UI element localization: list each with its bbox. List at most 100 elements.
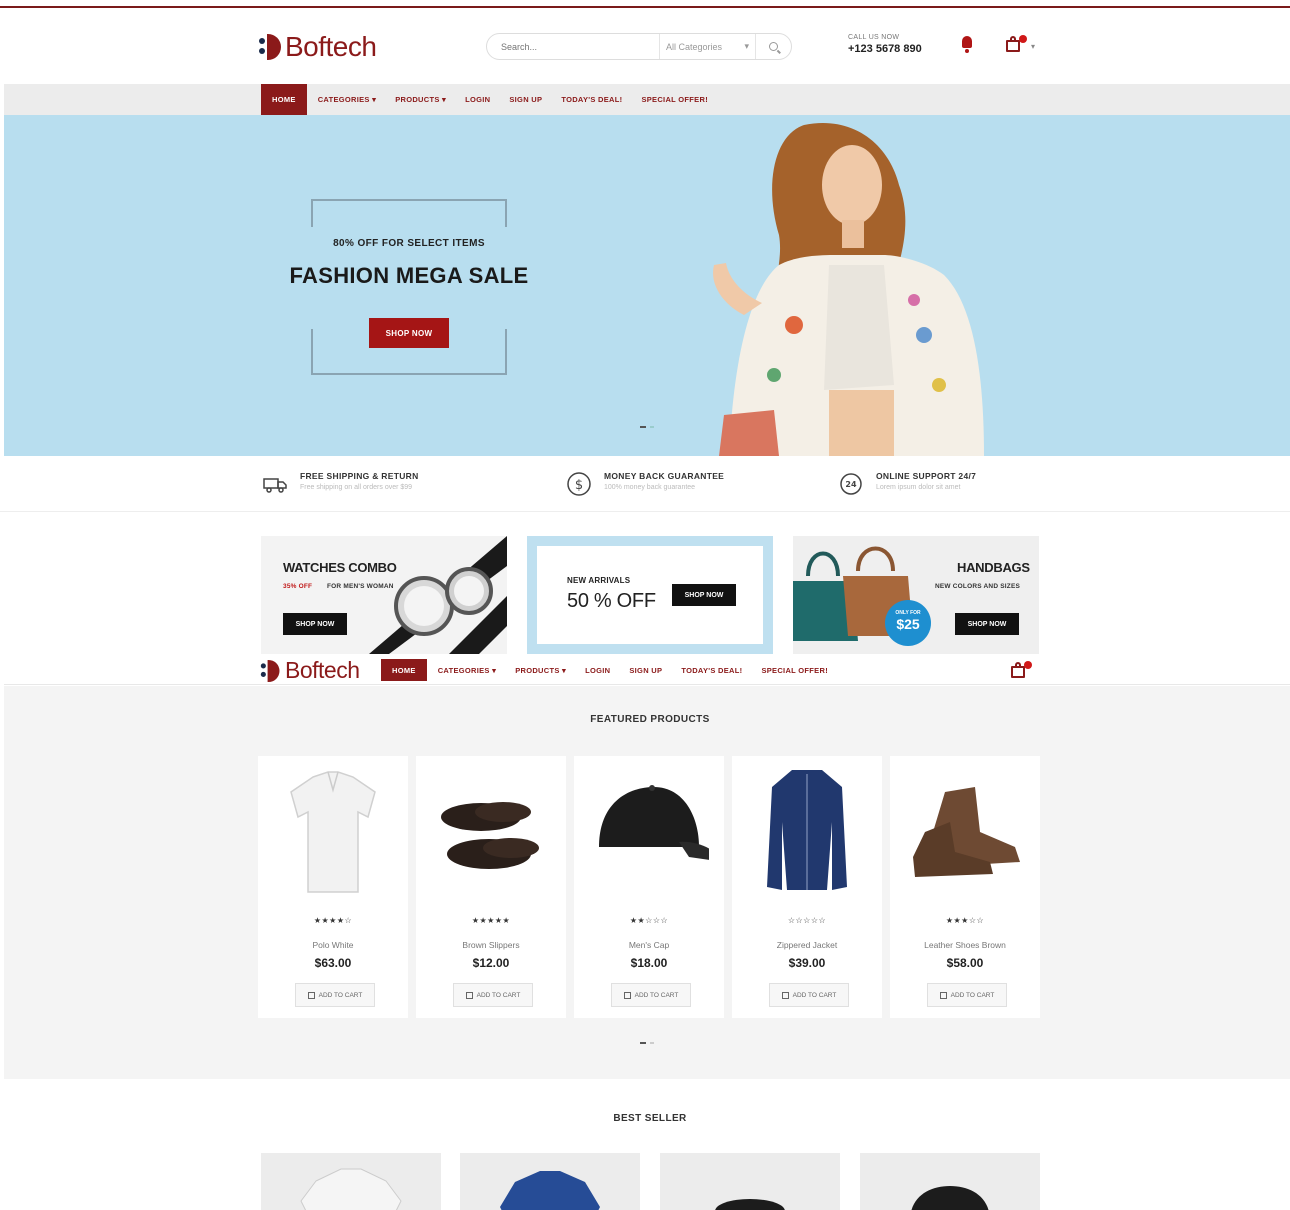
search-bar: All Categories ▾ <box>486 33 792 60</box>
best-seller-card[interactable] <box>860 1153 1040 1210</box>
nav-item-login[interactable]: LOGIN <box>585 666 610 675</box>
features-strip: FREE SHIPPING & RETURN Free shipping on … <box>0 457 1290 512</box>
product-price: $12.00 <box>472 956 510 970</box>
product-price: $39.00 <box>788 956 826 970</box>
product-name[interactable]: Zippered Jacket <box>732 940 882 950</box>
logo-mark-icon <box>259 34 283 60</box>
hero-model-image <box>713 123 984 456</box>
hero-shop-now-button[interactable]: SHOP NOW <box>369 318 449 348</box>
best-seller-image-polo <box>300 1168 402 1210</box>
search-button[interactable] <box>755 34 791 59</box>
search-input[interactable] <box>487 34 659 59</box>
nav-item-special-offer[interactable]: SPECIAL OFFER! <box>641 95 708 104</box>
product-card[interactable]: ★★★★☆ Polo White $63.00 ADD TO CART <box>258 756 408 1018</box>
contact-block: CALL US NOW +123 5678 890 <box>848 34 922 55</box>
svg-text:24: 24 <box>845 480 857 489</box>
best-seller-image-slippers <box>715 1199 785 1210</box>
support-24-icon: 24 <box>840 473 862 495</box>
banner-watches[interactable]: WATCHES COMBO 35% OFF FOR MEN'S WOMAN SH… <box>261 536 507 654</box>
nav-item-login[interactable]: LOGIN <box>465 95 490 104</box>
add-to-cart-button[interactable]: ADD TO CART <box>769 983 849 1007</box>
hero-slider: 80% OFF FOR SELECT ITEMS FASHION MEGA SA… <box>4 115 1290 456</box>
best-seller-card[interactable] <box>460 1153 640 1210</box>
best-seller-card[interactable] <box>660 1153 840 1210</box>
banner-shop-now-button[interactable]: SHOP NOW <box>955 613 1019 635</box>
cart-button[interactable] <box>1005 35 1027 53</box>
brand-logo[interactable]: Boftech <box>259 31 377 63</box>
brand-name: Boftech <box>285 31 377 62</box>
bag-icon <box>781 991 789 999</box>
hero-pagination <box>640 426 654 428</box>
top-accent-line <box>0 6 1290 8</box>
nav-item-home[interactable]: HOME <box>381 659 427 681</box>
product-rating: ★★★★☆ <box>313 916 353 925</box>
add-to-cart-button[interactable]: ADD TO CART <box>927 983 1007 1007</box>
product-name[interactable]: Polo White <box>258 940 408 950</box>
add-to-cart-button[interactable]: ADD TO CART <box>453 983 533 1007</box>
featured-dot-active[interactable] <box>640 1042 646 1044</box>
hero-dot[interactable] <box>650 426 654 428</box>
bell-icon[interactable] <box>960 34 974 54</box>
search-icon <box>769 42 778 51</box>
add-to-cart-label: ADD TO CART <box>634 991 679 999</box>
nav-item-products[interactable]: PRODUCTS ▾ <box>515 666 566 675</box>
nav-item-categories[interactable]: CATEGORIES ▾ <box>318 95 376 104</box>
add-to-cart-button[interactable]: ADD TO CART <box>295 983 375 1007</box>
nav-item-special-offer[interactable]: SPECIAL OFFER! <box>761 666 828 675</box>
brand-logo[interactable]: Boftech <box>259 657 360 684</box>
svg-text:$: $ <box>575 478 583 493</box>
hero-dot-active[interactable] <box>640 426 646 428</box>
product-image-polo <box>290 771 376 893</box>
product-card[interactable]: ☆☆☆☆☆ Zippered Jacket $39.00 ADD TO CART <box>732 756 882 1018</box>
category-select[interactable]: All Categories ▾ <box>659 34 755 59</box>
featured-pagination <box>640 1042 654 1044</box>
cart-count-badge <box>1019 35 1027 43</box>
product-name[interactable]: Brown Slippers <box>416 940 566 950</box>
product-card[interactable]: ★★★★★ Brown Slippers $12.00 ADD TO CART <box>416 756 566 1018</box>
add-to-cart-label: ADD TO CART <box>476 991 521 999</box>
product-card[interactable]: ★★☆☆☆ Men's Cap $18.00 ADD TO CART <box>574 756 724 1018</box>
banner-handbags[interactable]: ONLY FOR $25 HANDBAGS NEW COLORS AND SIZ… <box>793 536 1039 654</box>
feature-title: MONEY BACK GUARANTEE <box>604 471 725 481</box>
truck-icon <box>263 478 287 493</box>
banner-new-arrivals[interactable]: NEW ARRIVALS 50 % OFF SHOP NOW <box>527 536 773 654</box>
nav-item-todays-deal[interactable]: TODAY'S DEAL! <box>561 95 622 104</box>
featured-title: FEATURED PRODUCTS <box>590 714 710 725</box>
product-rating: ★★★★★ <box>471 916 511 925</box>
product-rating: ★★☆☆☆ <box>629 916 669 925</box>
bag-icon <box>939 991 947 999</box>
product-card[interactable]: ★★★☆☆ Leather Shoes Brown $58.00 ADD TO … <box>890 756 1040 1018</box>
feature-title: ONLINE SUPPORT 24/7 <box>876 471 977 481</box>
banner-shop-now-button[interactable]: SHOP NOW <box>672 584 736 606</box>
banner-discount: 35% OFF <box>283 583 313 590</box>
product-name[interactable]: Leather Shoes Brown <box>890 940 1040 950</box>
feature-money-back: $ MONEY BACK GUARANTEE 100% money back g… <box>566 471 724 497</box>
nav-item-signup[interactable]: SIGN UP <box>509 95 542 104</box>
contact-phone[interactable]: +123 5678 890 <box>848 43 922 55</box>
banner-shop-now-button[interactable]: SHOP NOW <box>283 613 347 635</box>
nav-item-signup[interactable]: SIGN UP <box>629 666 662 675</box>
dollar-icon: $ <box>567 472 591 496</box>
sticky-nav: HOME CATEGORIES ▾ PRODUCTS ▾ LOGIN SIGN … <box>381 655 847 685</box>
product-name[interactable]: Men's Cap <box>574 940 724 950</box>
best-seller-card[interactable] <box>261 1153 441 1210</box>
price-badge: ONLY FOR $25 <box>885 600 931 646</box>
hero-subtitle: 80% OFF FOR SELECT ITEMS <box>333 238 485 249</box>
product-image-cap <box>599 785 709 860</box>
main-nav: HOME CATEGORIES ▾ PRODUCTS ▾ LOGIN SIGN … <box>261 84 727 115</box>
sticky-header: Boftech HOME CATEGORIES ▾ PRODUCTS ▾ LOG… <box>4 655 1290 685</box>
nav-item-categories[interactable]: CATEGORIES ▾ <box>438 666 496 675</box>
cart-bag-shape <box>1006 40 1020 52</box>
nav-item-home[interactable]: HOME <box>261 84 307 115</box>
chevron-down-icon[interactable]: ▾ <box>1031 42 1035 51</box>
nav-item-products[interactable]: PRODUCTS ▾ <box>395 95 446 104</box>
product-price: $58.00 <box>946 956 984 970</box>
nav-item-todays-deal[interactable]: TODAY'S DEAL! <box>681 666 742 675</box>
category-select-value: All Categories <box>666 41 723 52</box>
feature-desc: Lorem ipsum dolor sit amet <box>876 484 961 491</box>
add-to-cart-label: ADD TO CART <box>318 991 363 999</box>
add-to-cart-button[interactable]: ADD TO CART <box>611 983 691 1007</box>
cart-button[interactable] <box>1010 661 1032 679</box>
featured-dot[interactable] <box>650 1042 654 1044</box>
cart-bag-shape <box>1011 666 1025 678</box>
